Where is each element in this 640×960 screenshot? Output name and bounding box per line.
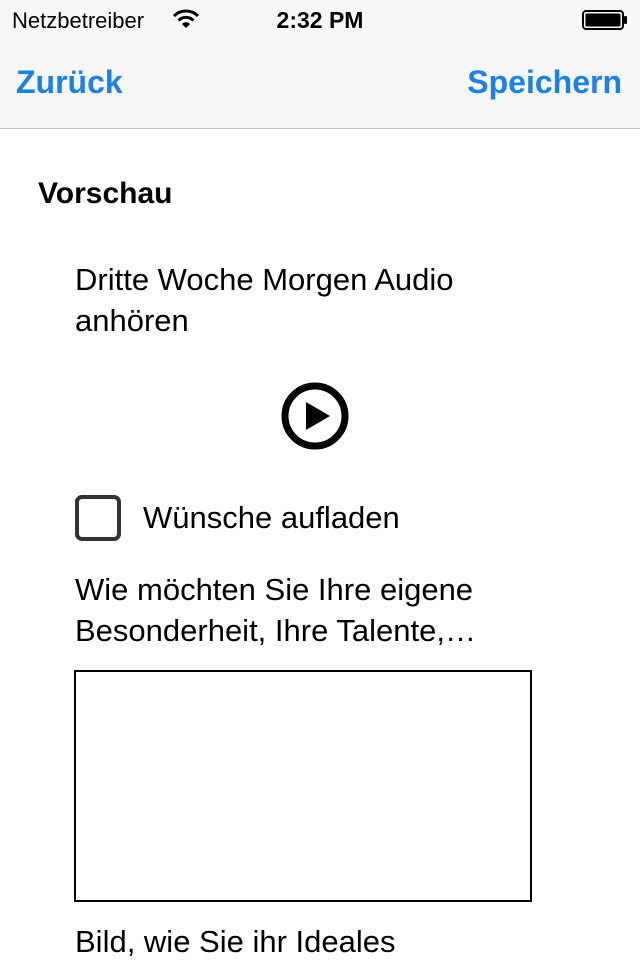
- question-2-text: Bild, wie Sie ihr Ideales: [75, 924, 396, 959]
- section-title: Vorschau: [38, 177, 173, 210]
- play-icon: [281, 382, 349, 450]
- preview-content: Vorschau Dritte Woche Morgen Audio anhör…: [0, 129, 640, 960]
- checkbox-label: Wünsche aufladen: [143, 500, 400, 535]
- wishes-checkbox[interactable]: [75, 495, 121, 541]
- answer-text-area[interactable]: [74, 670, 532, 902]
- question-1-text: Wie möchten Sie Ihre eigene Besonderheit…: [75, 572, 476, 648]
- back-button[interactable]: Zurück: [16, 64, 123, 101]
- battery-icon: [582, 10, 628, 30]
- navigation-bar: Zurück Speichern: [0, 40, 640, 129]
- status-bar: Netzbetreiber 2:32 PM: [0, 0, 640, 40]
- audio-description: Dritte Woche Morgen Audio anhören: [75, 262, 454, 338]
- status-time: 2:32 PM: [276, 7, 364, 33]
- save-button[interactable]: Speichern: [467, 64, 622, 101]
- play-button[interactable]: [280, 381, 350, 451]
